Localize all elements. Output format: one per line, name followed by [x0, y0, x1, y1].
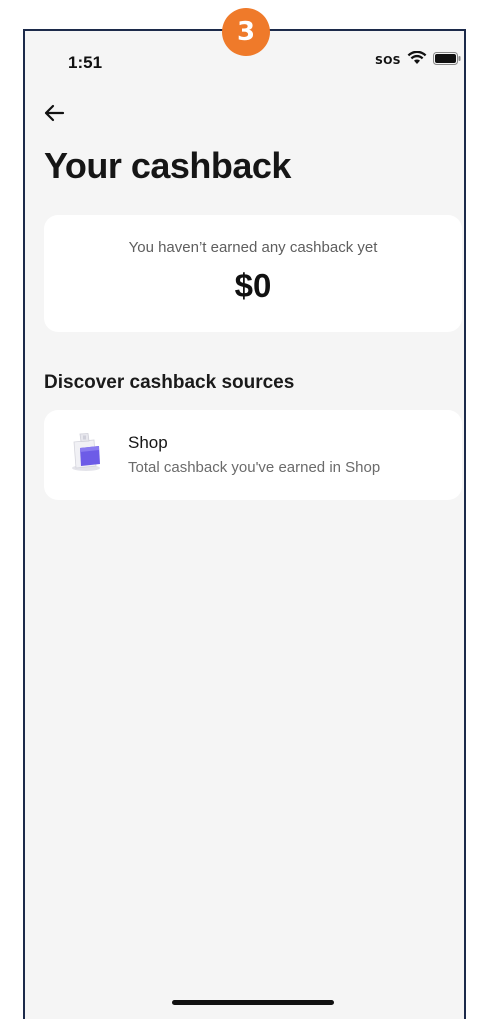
shop-bag-icon [68, 432, 104, 472]
home-indicator[interactable] [172, 1000, 334, 1005]
status-icons: SOS [375, 50, 461, 70]
battery-icon [432, 51, 461, 70]
step-number-badge: 3 [222, 8, 270, 56]
cashback-amount: $0 [234, 267, 272, 304]
sos-indicator: SOS [375, 54, 401, 67]
status-time: 1:51 [68, 53, 103, 72]
cashback-summary-card: You haven’t earned any cashback yet $0 [44, 215, 462, 332]
wifi-icon [407, 50, 427, 70]
page-title: Your cashback [44, 145, 291, 186]
back-button[interactable] [41, 101, 69, 125]
arrow-left-icon [44, 104, 65, 122]
source-name: Shop [128, 433, 168, 452]
cashback-source-shop[interactable]: Shop Total cashback you've earned in Sho… [44, 410, 462, 500]
cashback-status-text: You haven’t earned any cashback yet [128, 239, 378, 256]
section-title: Discover cashback sources [44, 372, 295, 393]
phone-screen: 1:51 SOS Your cashback You haven’t earne… [23, 29, 466, 1019]
source-description: Total cashback you've earned in Shop [128, 459, 381, 476]
